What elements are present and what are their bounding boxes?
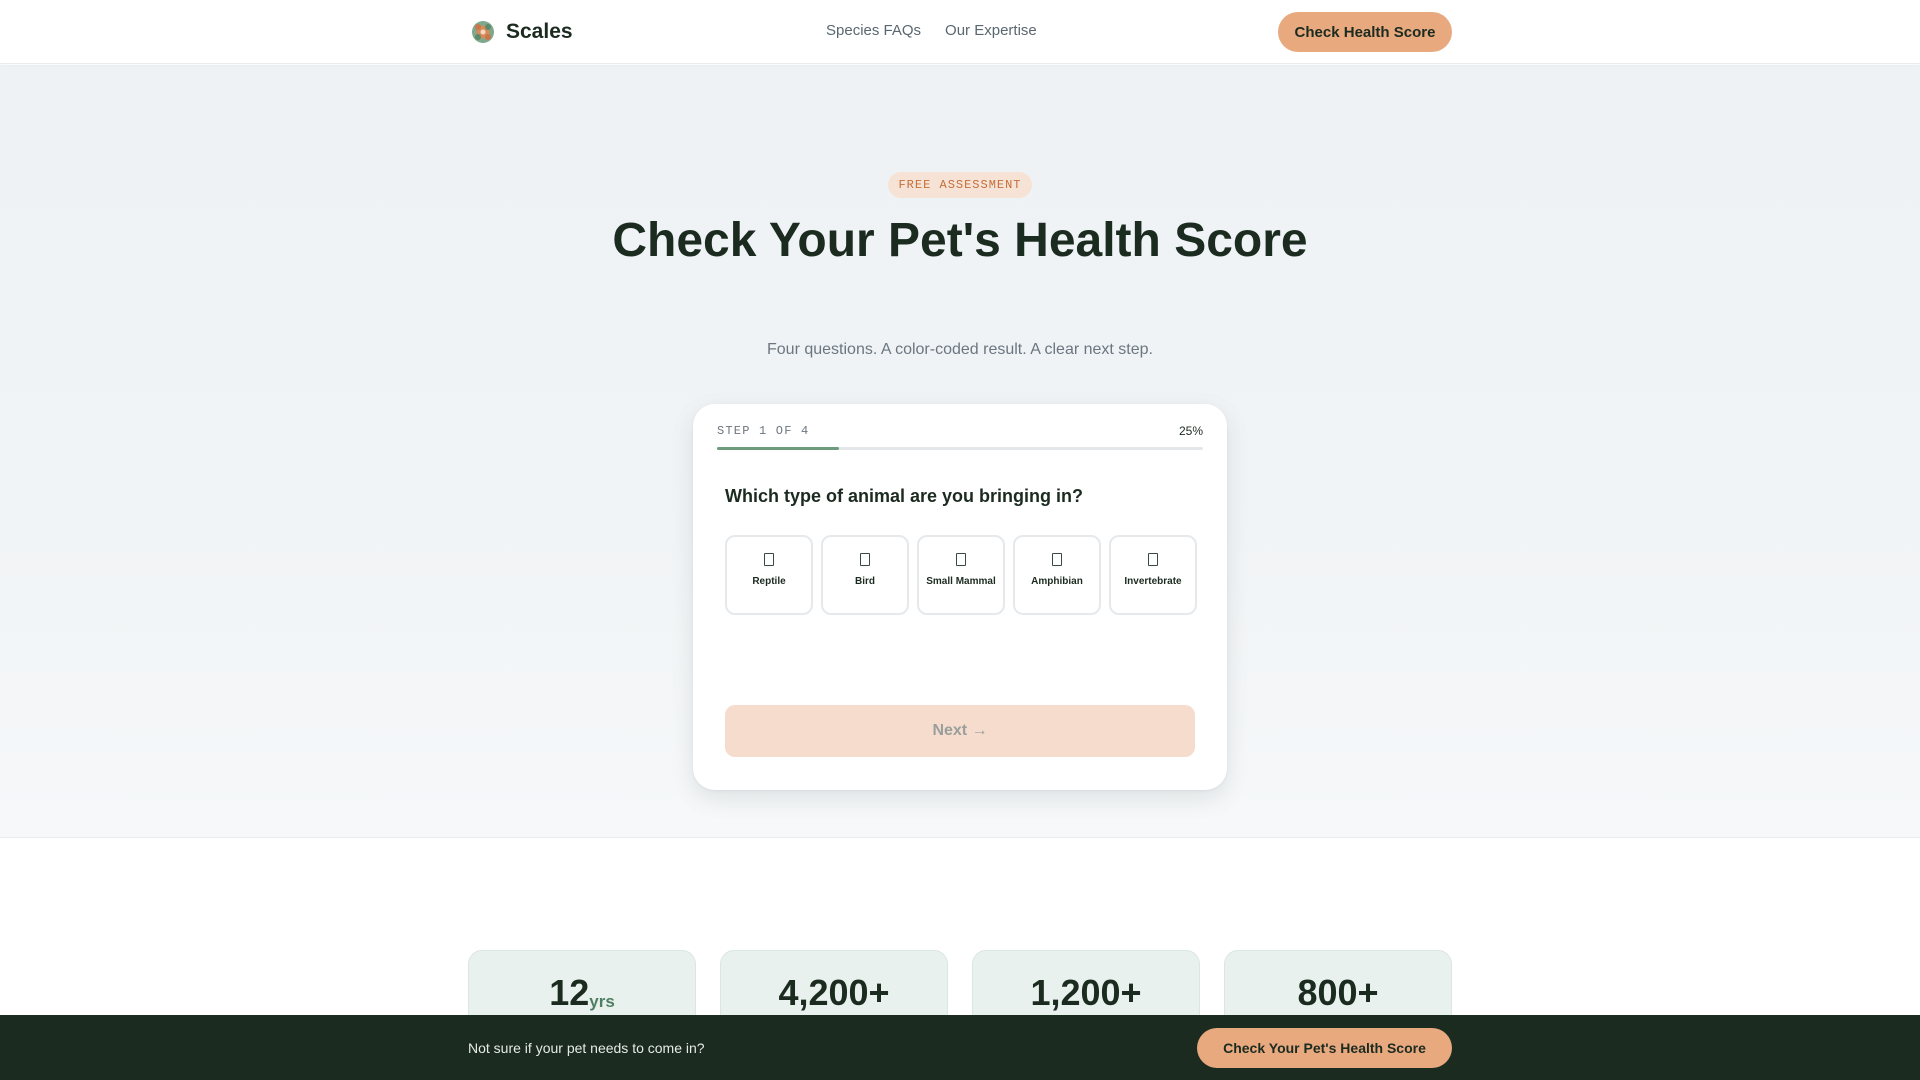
step-indicator: STEP 1 OF 4 — [717, 424, 810, 438]
main-nav: Species FAQs Our Expertise — [826, 22, 1037, 39]
check-health-score-button[interactable]: Check Health Score — [1278, 12, 1452, 52]
site-header: Scales Species FAQs Our Expertise Check … — [0, 0, 1920, 64]
option-label: Bird — [855, 576, 875, 587]
check-pet-health-score-button[interactable]: Check Your Pet's Health Score — [1197, 1028, 1452, 1068]
progress-bar — [717, 447, 1203, 450]
quiz-question: Which type of animal are you bringing in… — [725, 486, 1084, 506]
option-reptile[interactable]: Reptile — [725, 535, 813, 615]
hero-section: FREE ASSESSMENT Check Your Pet's Health … — [0, 65, 1920, 838]
reptile-icon — [764, 553, 774, 566]
tortoise-logo-icon — [472, 21, 494, 43]
page-title: Check Your Pet's Health Score — [612, 214, 1308, 267]
small-mammal-icon — [956, 553, 966, 566]
free-assessment-badge: FREE ASSESSMENT — [888, 172, 1032, 198]
animal-type-options: Reptile Bird Small Mammal Amphibian Inve… — [725, 535, 1197, 615]
brand[interactable]: Scales — [470, 18, 573, 46]
sticky-cta-bar: Not sure if your pet needs to come in? C… — [0, 1015, 1920, 1080]
option-invertebrate[interactable]: Invertebrate — [1109, 535, 1197, 615]
sticky-cta-text: Not sure if your pet needs to come in? — [468, 1040, 705, 1056]
option-amphibian[interactable]: Amphibian — [1013, 535, 1101, 615]
next-button[interactable]: Next → — [725, 705, 1195, 757]
stat-unit: yrs — [589, 992, 615, 1011]
option-label: Small Mammal — [926, 576, 996, 587]
nav-our-expertise[interactable]: Our Expertise — [945, 22, 1037, 39]
amphibian-icon — [1052, 553, 1062, 566]
option-label: Reptile — [752, 576, 786, 587]
bird-icon — [860, 553, 870, 566]
option-small-mammal[interactable]: Small Mammal — [917, 535, 1005, 615]
option-label: Amphibian — [1031, 576, 1083, 587]
progress-percent: 25% — [1178, 424, 1203, 438]
brand-name: Scales — [506, 20, 573, 43]
progress-fill — [717, 447, 839, 450]
quiz-card: STEP 1 OF 4 25% Which type of animal are… — [693, 404, 1227, 790]
invertebrate-icon — [1148, 553, 1158, 566]
nav-species-faqs[interactable]: Species FAQs — [826, 22, 921, 39]
hero-subtitle: Four questions. A color-coded result. A … — [767, 341, 1153, 358]
option-bird[interactable]: Bird — [821, 535, 909, 615]
option-label: Invertebrate — [1124, 576, 1182, 587]
